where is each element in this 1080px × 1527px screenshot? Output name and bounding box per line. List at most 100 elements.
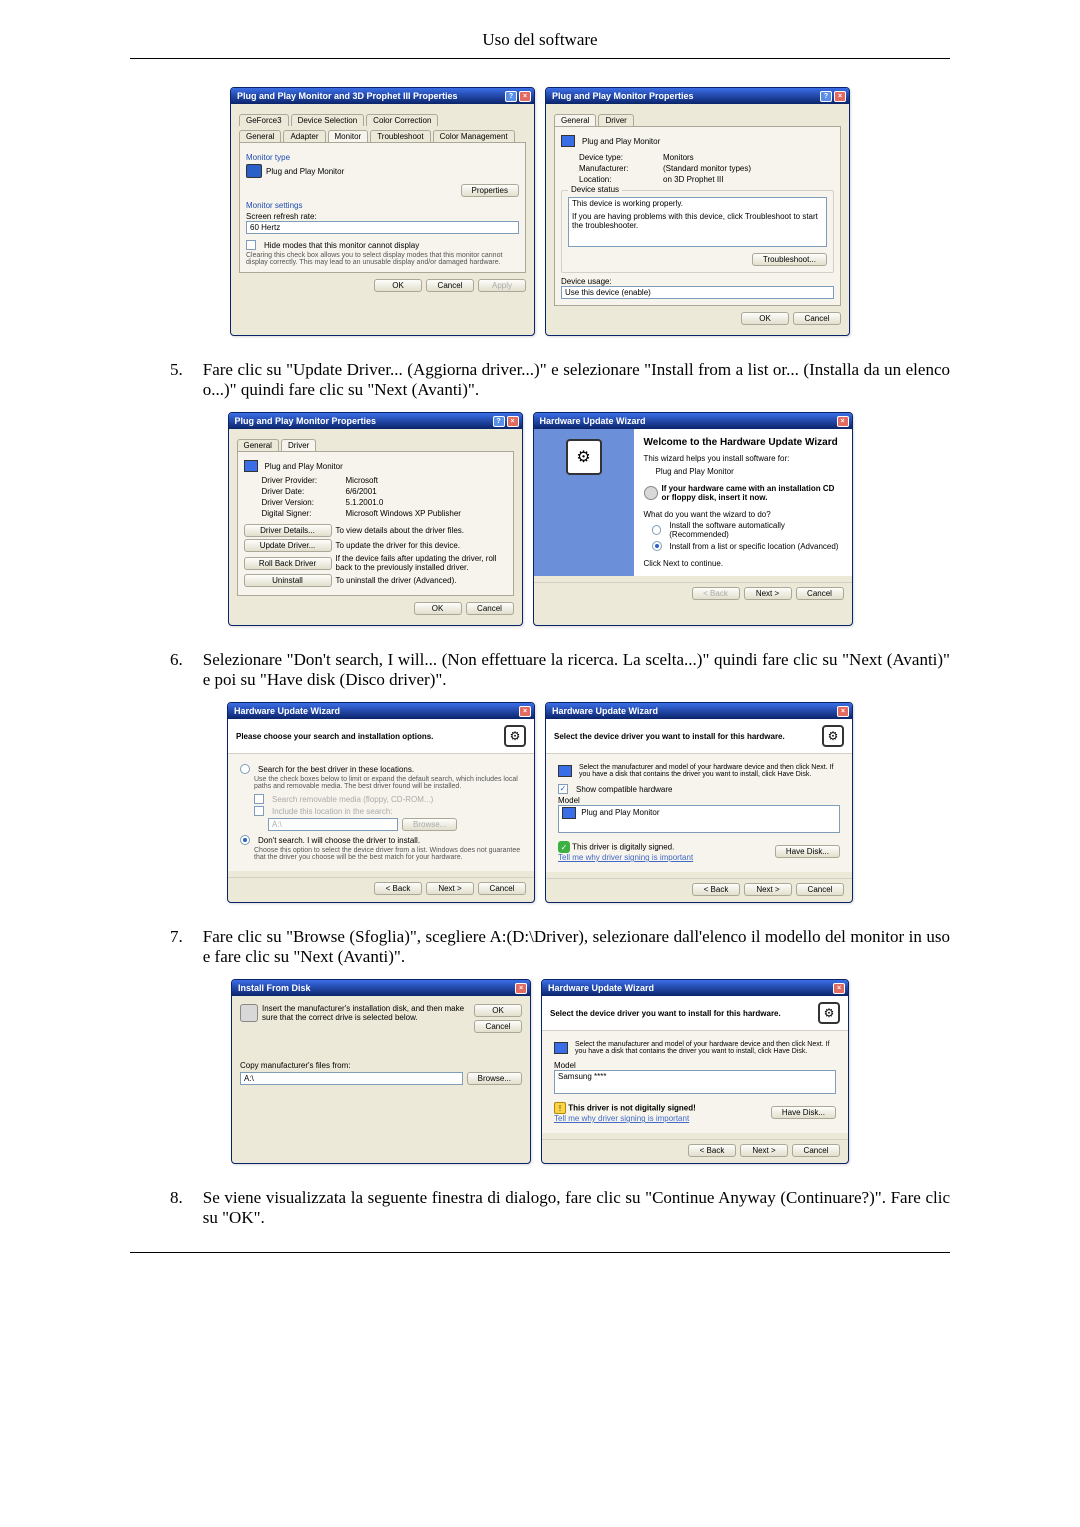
check-include-location-label: Include this location in the search:: [272, 807, 393, 816]
radio-dont-search[interactable]: [240, 835, 250, 845]
install-msg: Insert the manufacturer's installation d…: [262, 1004, 470, 1022]
ok-button[interactable]: OK: [741, 312, 789, 325]
next-button[interactable]: Next >: [744, 883, 792, 896]
cancel-button[interactable]: Cancel: [466, 602, 514, 615]
tab-general[interactable]: General: [237, 439, 279, 451]
refresh-rate-select[interactable]: 60 Hertz: [246, 221, 519, 234]
close-icon[interactable]: ×: [837, 706, 849, 717]
ok-button[interactable]: OK: [374, 279, 422, 292]
tab-driver[interactable]: Driver: [281, 439, 316, 451]
monitor-icon: [561, 135, 575, 147]
next-button[interactable]: Next >: [744, 587, 792, 600]
radio-search[interactable]: [240, 764, 250, 774]
dialog-title: Hardware Update Wizard: [548, 983, 654, 993]
wizard-continue: Click Next to continue.: [644, 559, 842, 568]
cancel-button[interactable]: Cancel: [474, 1020, 522, 1033]
next-button[interactable]: Next >: [740, 1144, 788, 1157]
close-icon[interactable]: ×: [519, 706, 531, 717]
cancel-button[interactable]: Cancel: [796, 883, 844, 896]
properties-button[interactable]: Properties: [461, 184, 519, 197]
monitor-properties-driver-dialog: Plug and Play Monitor Properties ? × Gen…: [228, 412, 523, 626]
back-button[interactable]: < Back: [688, 1144, 736, 1157]
tab-adapter[interactable]: Adapter: [283, 130, 325, 142]
monitor-icon: [246, 164, 262, 178]
tab-device-selection[interactable]: Device Selection: [291, 114, 365, 126]
driver-details-button[interactable]: Driver Details...: [244, 524, 332, 537]
close-icon[interactable]: ×: [519, 91, 531, 102]
tab-geforce3[interactable]: GeForce3: [239, 114, 289, 126]
hardware-update-wizard-select: Hardware Update Wizard × Select the devi…: [545, 702, 853, 903]
page-title: Uso del software: [130, 30, 950, 50]
cancel-button[interactable]: Cancel: [478, 882, 526, 895]
driver-provider-value: Microsoft: [346, 476, 378, 485]
have-disk-button[interactable]: Have Disk...: [775, 845, 840, 858]
wizard-device: Plug and Play Monitor: [656, 467, 842, 476]
dialog-title: Hardware Update Wizard: [552, 706, 658, 716]
monitor-name: Plug and Play Monitor: [266, 167, 344, 176]
help-icon[interactable]: ?: [493, 416, 505, 427]
ok-button[interactable]: OK: [414, 602, 462, 615]
dialog-title: Plug and Play Monitor Properties: [235, 416, 377, 426]
copy-from-input[interactable]: A:\: [240, 1072, 463, 1085]
check-removable-label: Search removable media (floppy, CD-ROM..…: [272, 795, 433, 804]
close-icon[interactable]: ×: [515, 983, 527, 994]
not-signed-text: This driver is not digitally signed!: [568, 1104, 696, 1113]
tab-general[interactable]: General: [239, 130, 281, 142]
disk-icon: [240, 1004, 258, 1022]
tab-troubleshoot[interactable]: Troubleshoot: [370, 130, 430, 142]
back-button[interactable]: < Back: [374, 882, 422, 895]
cancel-button[interactable]: Cancel: [426, 279, 474, 292]
tab-monitor[interactable]: Monitor: [328, 130, 369, 142]
hide-modes-note: Clearing this check box allows you to se…: [246, 252, 519, 266]
cancel-button[interactable]: Cancel: [792, 1144, 840, 1157]
dialog-title: Plug and Play Monitor and 3D Prophet III…: [237, 91, 458, 101]
dialog-title: Install From Disk: [238, 983, 311, 993]
rollback-driver-button[interactable]: Roll Back Driver: [244, 557, 332, 570]
close-icon[interactable]: ×: [833, 983, 845, 994]
monitor-icon: [558, 765, 572, 777]
driver-version-label: Driver Version:: [262, 498, 342, 507]
hide-modes-checkbox[interactable]: [246, 240, 256, 250]
dont-search-note: Choose this option to select the device …: [254, 847, 522, 861]
help-icon[interactable]: ?: [820, 91, 832, 102]
signing-info-link[interactable]: Tell me why driver signing is important: [554, 1114, 689, 1123]
help-icon[interactable]: ?: [505, 91, 517, 102]
wizard-icon: ⚙: [822, 725, 844, 747]
have-disk-button[interactable]: Have Disk...: [771, 1106, 836, 1119]
model-list[interactable]: Samsung ****: [554, 1070, 836, 1094]
update-driver-button[interactable]: Update Driver...: [244, 539, 332, 552]
horizontal-rule: [130, 58, 950, 59]
model-label: Model: [558, 796, 840, 805]
ok-button[interactable]: OK: [474, 1004, 522, 1017]
location-value: on 3D Prophet III: [663, 175, 723, 184]
model-list[interactable]: Plug and Play Monitor: [558, 805, 840, 833]
troubleshoot-button[interactable]: Troubleshoot...: [752, 253, 827, 266]
uninstall-button[interactable]: Uninstall: [244, 574, 332, 587]
step-6: 6. Selezionare "Don't search, I will... …: [130, 650, 950, 690]
wizard-welcome-title: Welcome to the Hardware Update Wizard: [644, 437, 842, 448]
device-type-value: Monitors: [663, 153, 694, 162]
radio-auto[interactable]: [652, 525, 662, 535]
device-usage-select[interactable]: Use this device (enable): [561, 286, 834, 299]
check-show-compatible[interactable]: [558, 784, 568, 794]
tab-general[interactable]: General: [554, 114, 596, 126]
tab-color-management[interactable]: Color Management: [433, 130, 515, 142]
tab-driver[interactable]: Driver: [598, 114, 633, 126]
cancel-button[interactable]: Cancel: [796, 587, 844, 600]
cd-note: If your hardware came with an installati…: [662, 484, 842, 502]
browse-button[interactable]: Browse...: [467, 1072, 522, 1085]
cancel-button[interactable]: Cancel: [793, 312, 841, 325]
location-input: A:\: [268, 818, 398, 831]
next-button[interactable]: Next >: [426, 882, 474, 895]
close-icon[interactable]: ×: [507, 416, 519, 427]
refresh-rate-label: Screen refresh rate:: [246, 212, 519, 221]
check-removable: [254, 794, 264, 804]
driver-details-desc: To view details about the driver files.: [336, 526, 507, 535]
radio-list[interactable]: [652, 541, 662, 551]
close-icon[interactable]: ×: [837, 416, 849, 427]
monitor-icon: [562, 807, 576, 819]
tab-color-correction[interactable]: Color Correction: [366, 114, 438, 126]
signing-info-link[interactable]: Tell me why driver signing is important: [558, 853, 693, 862]
close-icon[interactable]: ×: [834, 91, 846, 102]
back-button[interactable]: < Back: [692, 883, 740, 896]
